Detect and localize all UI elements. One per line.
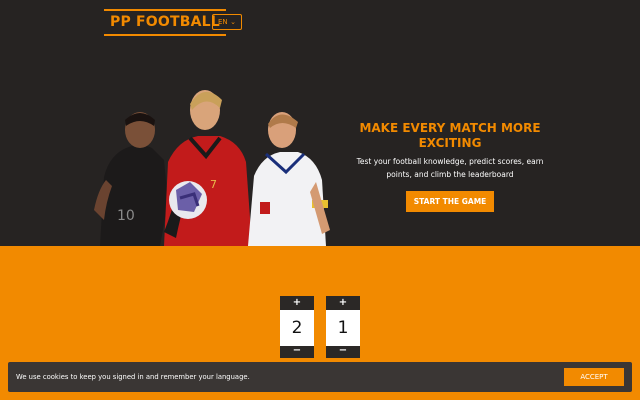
svg-text:10: 10 bbox=[117, 208, 135, 224]
player-left: 10 bbox=[94, 112, 168, 246]
hero-headline: MAKE EVERY MATCH MORE EXCITING bbox=[359, 121, 541, 150]
chevron-down-icon: ⌄ bbox=[230, 18, 236, 26]
hero-section: PP FOOTBALL EN ⌄ 10 7 MAKE EVERY MATCH M… bbox=[0, 0, 640, 246]
home-score-stepper: + 2 − bbox=[280, 296, 314, 358]
language-label: EN bbox=[218, 18, 228, 26]
language-selector[interactable]: EN ⌄ bbox=[212, 14, 242, 30]
cookie-message: We use cookies to keep you signed in and… bbox=[16, 373, 250, 381]
start-game-button[interactable]: START THE GAME bbox=[406, 191, 494, 212]
player-middle: 7 bbox=[164, 90, 252, 246]
accept-cookies-button[interactable]: ACCEPT bbox=[564, 368, 624, 386]
cookie-banner: We use cookies to keep you signed in and… bbox=[8, 362, 632, 392]
away-decrement-button[interactable]: − bbox=[326, 346, 360, 358]
home-decrement-button[interactable]: − bbox=[280, 346, 314, 358]
home-increment-button[interactable]: + bbox=[280, 296, 314, 310]
away-score-value: 1 bbox=[326, 310, 360, 346]
hero-subtext: Test your football knowledge, predict sc… bbox=[356, 157, 544, 179]
football-players-illustration: 10 7 bbox=[94, 90, 330, 246]
away-increment-button[interactable]: + bbox=[326, 296, 360, 310]
svg-text:7: 7 bbox=[210, 178, 217, 191]
site-logo[interactable]: PP FOOTBALL bbox=[104, 9, 226, 36]
player-right bbox=[248, 112, 330, 246]
home-score-value: 2 bbox=[280, 310, 314, 346]
away-score-stepper: + 1 − bbox=[326, 296, 360, 358]
